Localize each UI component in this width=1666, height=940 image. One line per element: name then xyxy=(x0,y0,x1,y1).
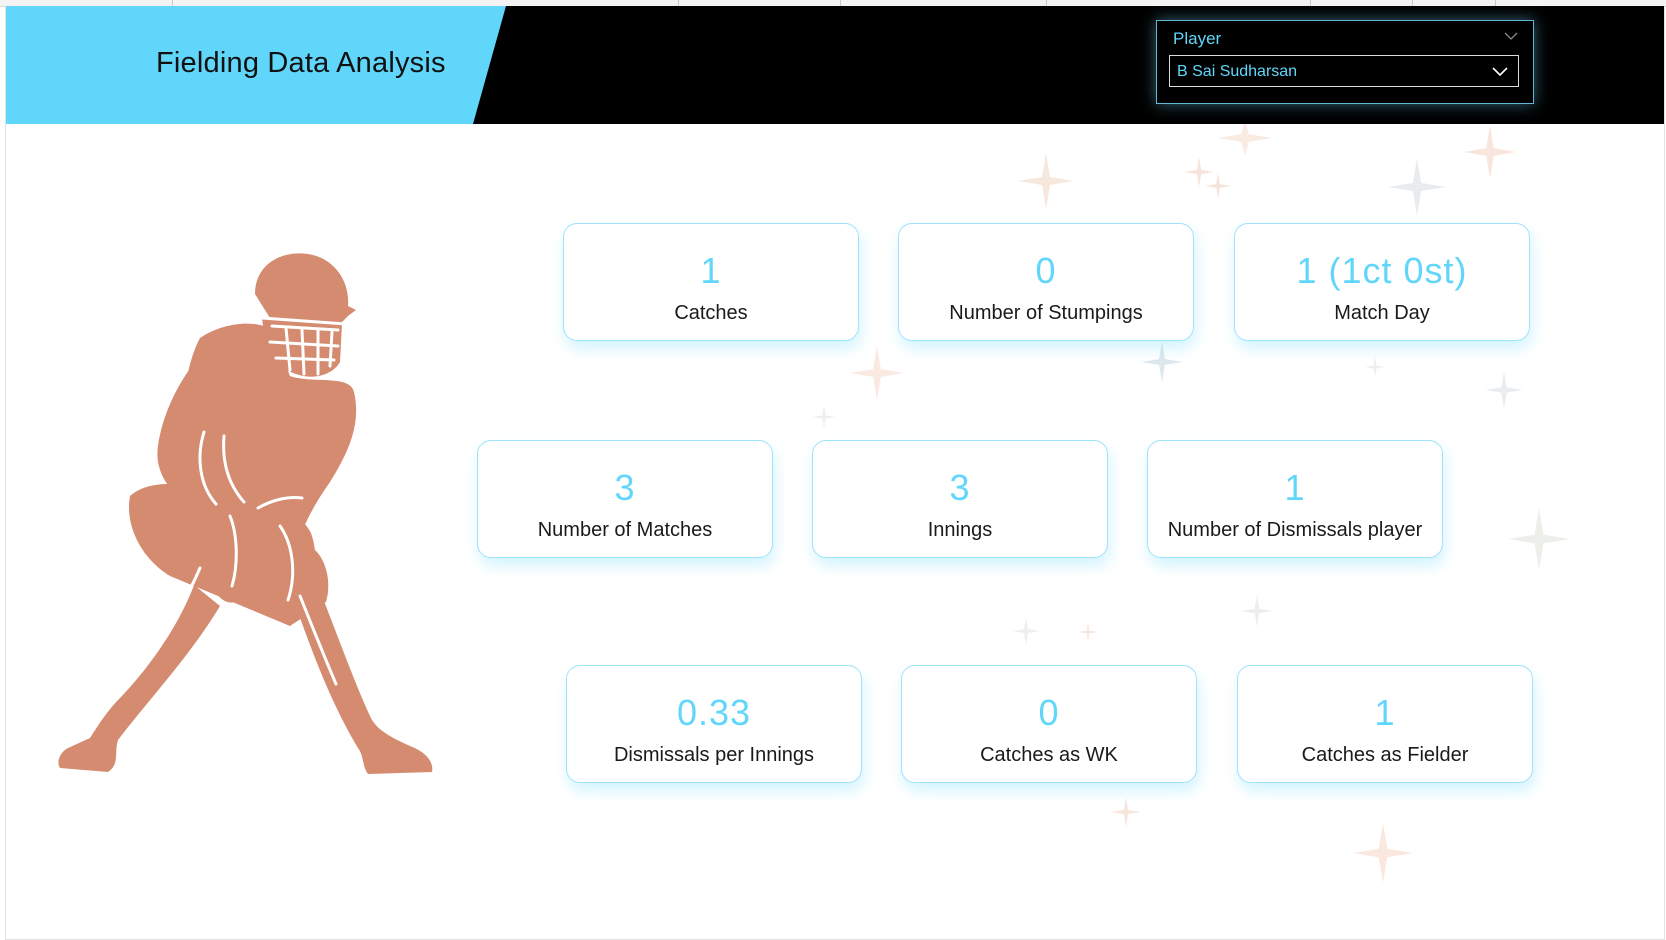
kpi-label: Innings xyxy=(927,519,993,541)
kpi-label: Number of Dismissals player xyxy=(1167,519,1423,541)
kpi-card-stumpings[interactable]: 0 Number of Stumpings xyxy=(898,223,1194,341)
kpi-value: 1 xyxy=(1374,692,1396,733)
sparkle-decoration-icon xyxy=(1485,371,1523,409)
sparkle-decoration-icon xyxy=(1078,622,1098,642)
kpi-value: 1 (1ct 0st) xyxy=(1296,250,1468,291)
report-canvas: Fielding Data Analysis Player B Sai Sudh… xyxy=(5,6,1665,940)
player-dropdown[interactable]: B Sai Sudharsan xyxy=(1169,55,1519,87)
chevron-down-icon[interactable] xyxy=(1491,65,1509,79)
kpi-card-catches-as-fielder[interactable]: 1 Catches as Fielder xyxy=(1237,665,1533,783)
kpi-label: Catches xyxy=(674,302,748,324)
sparkle-decoration-icon xyxy=(1463,125,1517,179)
sparkle-decoration-icon xyxy=(1111,797,1141,827)
sparkle-decoration-icon xyxy=(1353,823,1413,883)
kpi-card-catches[interactable]: 1 Catches xyxy=(563,223,859,341)
kpi-card-match-day[interactable]: 1 (1ct 0st) Match Day xyxy=(1234,223,1530,341)
kpi-card-catches-as-wk[interactable]: 0 Catches as WK xyxy=(901,665,1197,783)
kpi-value: 1 xyxy=(1284,467,1306,508)
kpi-value: 1 xyxy=(700,250,722,291)
kpi-card-innings[interactable]: 3 Innings xyxy=(812,440,1108,558)
player-dropdown-value: B Sai Sudharsan xyxy=(1177,63,1298,80)
sparkle-decoration-icon xyxy=(811,404,837,430)
kpi-value: 0 xyxy=(1038,692,1060,733)
sparkle-decoration-icon xyxy=(1508,508,1570,570)
kpi-value: 0 xyxy=(1035,250,1057,291)
slicer-title: Player xyxy=(1173,29,1222,48)
kpi-card-matches[interactable]: 3 Number of Matches xyxy=(477,440,773,558)
sparkle-decoration-icon xyxy=(1364,356,1386,378)
header-bar: Fielding Data Analysis Player B Sai Sudh… xyxy=(6,6,1664,124)
kpi-value: 3 xyxy=(949,467,971,508)
kpi-label: Catches as Fielder xyxy=(1301,744,1469,766)
sparkle-decoration-icon xyxy=(1012,617,1040,645)
kpi-label: Number of Matches xyxy=(537,519,713,541)
chevron-down-icon[interactable] xyxy=(1503,29,1519,43)
kpi-card-dismissals[interactable]: 1 Number of Dismissals player xyxy=(1147,440,1443,558)
wicketkeeper-silhouette-icon xyxy=(58,253,433,774)
kpi-label: Number of Stumpings xyxy=(949,302,1143,324)
sparkle-decoration-icon xyxy=(1241,595,1273,627)
sparkle-decoration-icon xyxy=(1388,158,1446,216)
kpi-value: 0.33 xyxy=(676,692,752,733)
kpi-value: 3 xyxy=(614,467,636,508)
sparkle-decoration-icon xyxy=(1217,120,1273,156)
kpi-label: Match Day xyxy=(1334,302,1430,324)
page-title: Fielding Data Analysis xyxy=(156,47,446,79)
sparkle-decoration-icon xyxy=(849,345,905,401)
sparkle-decoration-icon xyxy=(1018,153,1074,209)
kpi-label: Dismissals per Innings xyxy=(613,744,815,766)
kpi-label: Catches as WK xyxy=(980,744,1118,766)
kpi-card-dismissals-per-innings[interactable]: 0.33 Dismissals per Innings xyxy=(566,665,862,783)
sparkle-decoration-icon xyxy=(1204,172,1232,200)
player-slicer[interactable]: Player B Sai Sudharsan xyxy=(1156,20,1534,104)
sparkle-decoration-icon xyxy=(1141,341,1183,383)
